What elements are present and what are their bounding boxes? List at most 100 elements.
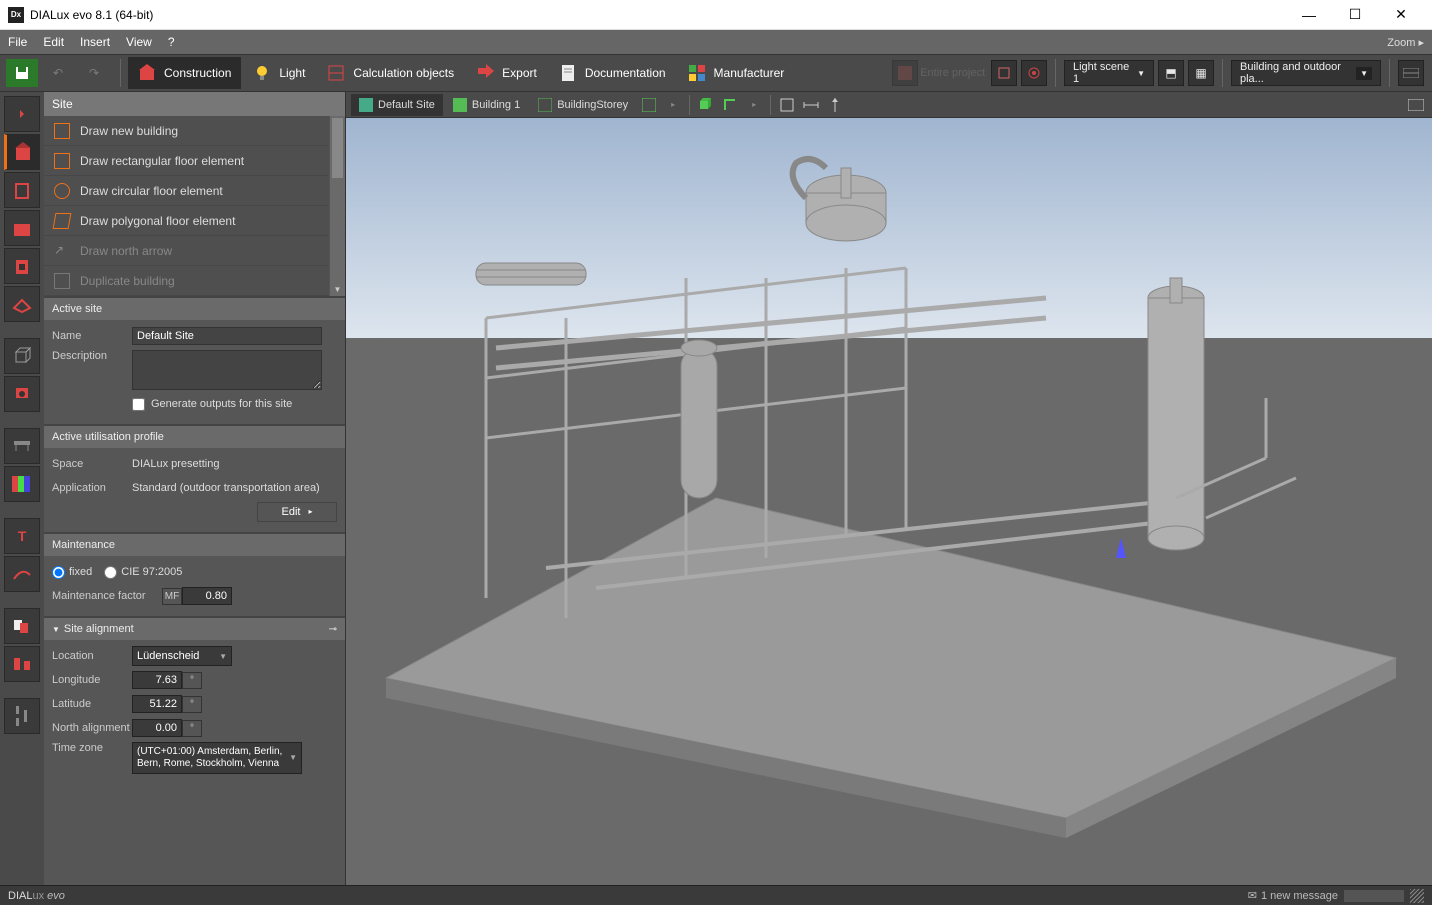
panel-toggle-icon[interactable] xyxy=(1398,60,1424,86)
vtool-copy[interactable] xyxy=(4,608,40,644)
menu-help[interactable]: ? xyxy=(168,35,175,49)
vtool-cube[interactable] xyxy=(4,338,40,374)
mode-construction[interactable]: Construction xyxy=(128,57,241,89)
message-count[interactable]: 1 new message xyxy=(1261,890,1338,902)
calc-icon xyxy=(327,64,345,82)
rect-icon xyxy=(54,153,70,169)
bc-nav-arrow[interactable]: ▸ xyxy=(661,94,685,116)
vtool-opening[interactable] xyxy=(4,248,40,284)
measure-button[interactable] xyxy=(799,94,823,116)
draw-circle-floor[interactable]: Draw circular floor element xyxy=(44,176,345,206)
construction-icon xyxy=(138,64,156,82)
scene-icon-1[interactable]: ⬒ xyxy=(1158,60,1184,86)
lat-label: Latitude xyxy=(52,698,132,710)
fixed-radio[interactable] xyxy=(52,566,65,579)
view-combo[interactable]: Building and outdoor pla...▼ xyxy=(1231,60,1381,86)
draw-new-building[interactable]: Draw new building xyxy=(44,116,345,146)
cie-label: CIE 97:2005 xyxy=(121,566,182,578)
active-site-section: Active site Name Description Generate ou… xyxy=(44,296,345,424)
building-icon xyxy=(453,98,467,112)
breadcrumb-building[interactable]: Building 1 xyxy=(445,94,528,116)
mode-manufacturer[interactable]: Manufacturer xyxy=(678,57,795,89)
side-panel: Site Draw new building Draw rectangular … xyxy=(44,92,346,885)
poly-icon xyxy=(53,213,72,229)
save-button[interactable] xyxy=(6,59,38,87)
maximize-view-button[interactable] xyxy=(1404,94,1428,116)
section-header: Active utilisation profile xyxy=(44,426,345,448)
cie-radio[interactable] xyxy=(104,566,117,579)
view-toolbar: Default Site Building 1 BuildingStorey ▸… xyxy=(346,92,1432,118)
draw-scrollbar[interactable]: ▲▼ xyxy=(329,116,345,296)
mode-export-label: Export xyxy=(502,66,537,80)
vtool-align[interactable] xyxy=(4,646,40,682)
bc-nav-1[interactable] xyxy=(637,94,661,116)
minimize-button[interactable]: — xyxy=(1286,0,1332,30)
undo-button[interactable]: ↶ xyxy=(42,59,74,87)
site-name-input[interactable] xyxy=(132,327,322,345)
breadcrumb-site[interactable]: Default Site xyxy=(351,94,443,116)
draw-item-label: Draw polygonal floor element xyxy=(80,214,235,228)
vtool-table[interactable] xyxy=(4,428,40,464)
mode-light-label: Light xyxy=(279,66,305,80)
vtool-site[interactable] xyxy=(4,134,40,170)
info-button[interactable] xyxy=(823,94,847,116)
scene-icon-2[interactable]: ▦ xyxy=(1188,60,1214,86)
app-value: Standard (outdoor transportation area) xyxy=(132,482,320,494)
gen-outputs-checkbox[interactable] xyxy=(132,398,145,411)
message-box[interactable] xyxy=(1344,890,1404,902)
view3d-button[interactable] xyxy=(694,94,718,116)
draw-rect-floor[interactable]: Draw rectangular floor element xyxy=(44,146,345,176)
mode-construction-label: Construction xyxy=(164,66,231,80)
light-scene-combo[interactable]: Light scene 1▼ xyxy=(1064,60,1154,86)
viewport[interactable]: Default Site Building 1 BuildingStorey ▸… xyxy=(346,92,1432,885)
vtool-line[interactable] xyxy=(4,556,40,592)
panel-header: Site xyxy=(44,92,345,116)
profile-section: Active utilisation profile SpaceDIALux p… xyxy=(44,424,345,532)
vtool-help[interactable] xyxy=(4,698,40,734)
mf-unit: MF xyxy=(162,588,182,605)
close-button[interactable]: ✕ xyxy=(1378,0,1424,30)
fullscreen-button[interactable] xyxy=(775,94,799,116)
tz-combo[interactable]: (UTC+01:00) Amsterdam, Berlin, Bern, Rom… xyxy=(132,742,302,774)
resize-handle[interactable] xyxy=(1410,889,1424,903)
breadcrumb-storey[interactable]: BuildingStorey xyxy=(530,94,636,116)
light-icon xyxy=(253,64,271,82)
location-combo[interactable]: Lüdenscheid▼ xyxy=(132,646,232,666)
vtool-text[interactable]: T xyxy=(4,518,40,554)
menu-edit[interactable]: Edit xyxy=(43,35,64,49)
vtool-storey[interactable] xyxy=(4,172,40,208)
vtool-floor[interactable] xyxy=(4,286,40,322)
view-add-arrow[interactable]: ▸ xyxy=(742,94,766,116)
mail-icon[interactable]: ✉ xyxy=(1248,889,1257,902)
menu-file[interactable]: File xyxy=(8,35,27,49)
mode-calculation[interactable]: Calculation objects xyxy=(317,57,464,89)
settings-icon[interactable] xyxy=(1021,60,1047,86)
menu-view[interactable]: View xyxy=(126,35,152,49)
edit-profile-button[interactable]: Edit▸ xyxy=(257,502,337,522)
scene-3d[interactable] xyxy=(346,118,1432,885)
mf-input[interactable] xyxy=(182,587,232,605)
site-desc-input[interactable] xyxy=(132,350,322,390)
toggle-icon-1[interactable] xyxy=(991,60,1017,86)
vtool-1[interactable] xyxy=(4,96,40,132)
north-input[interactable] xyxy=(132,719,182,737)
mode-light[interactable]: Light xyxy=(243,57,315,89)
mode-documentation[interactable]: Documentation xyxy=(549,57,676,89)
mode-export[interactable]: Export xyxy=(466,57,547,89)
storey-icon xyxy=(538,98,552,112)
vtool-furniture[interactable] xyxy=(4,376,40,412)
viewplan-button[interactable] xyxy=(718,94,742,116)
lat-input[interactable] xyxy=(132,695,182,713)
vtool-color[interactable] xyxy=(4,466,40,502)
maintenance-section: Maintenance fixed CIE 97:2005 Maintenanc… xyxy=(44,532,345,616)
maximize-button[interactable]: ☐ xyxy=(1332,0,1378,30)
draw-poly-floor[interactable]: Draw polygonal floor element xyxy=(44,206,345,236)
project-icon-button[interactable] xyxy=(892,60,918,86)
menu-insert[interactable]: Insert xyxy=(80,35,110,49)
zoom-control[interactable]: Zoom ▸ xyxy=(1387,36,1424,49)
section-header[interactable]: ▼Site alignment⊸ xyxy=(44,618,345,640)
redo-button[interactable]: ↷ xyxy=(78,59,110,87)
vtool-room[interactable] xyxy=(4,210,40,246)
lon-label: Longitude xyxy=(52,674,132,686)
lon-input[interactable] xyxy=(132,671,182,689)
